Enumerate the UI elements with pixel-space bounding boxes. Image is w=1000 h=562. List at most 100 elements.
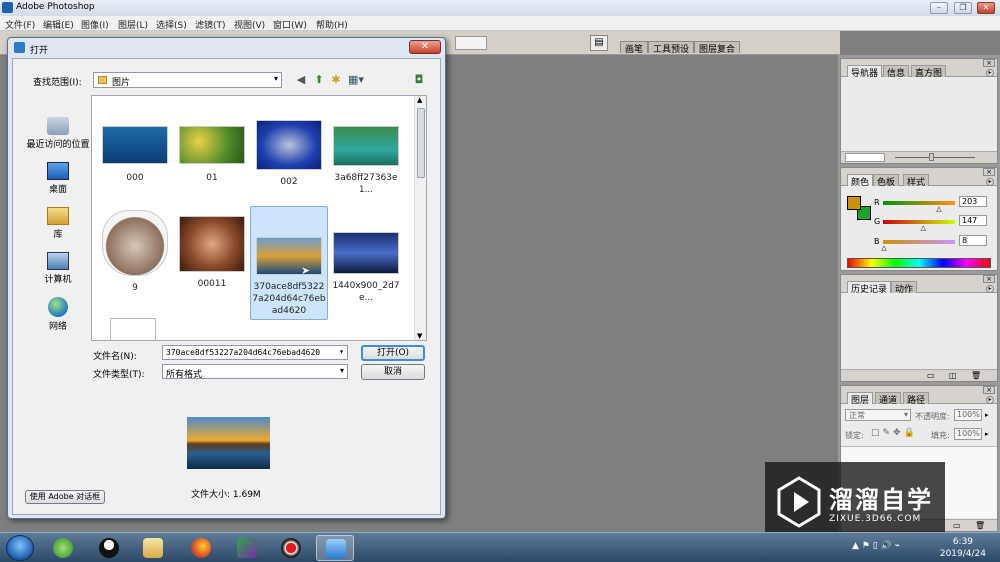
scroll-up-icon[interactable]: ▲ <box>417 96 422 104</box>
menu-layer[interactable]: 图层(L) <box>118 18 148 31</box>
new-layer-icon[interactable]: ▭ <box>953 521 961 530</box>
red-slider-handle[interactable]: △ <box>936 205 941 213</box>
start-button[interactable] <box>6 535 34 561</box>
tab-layer-comps[interactable]: 图层复合 <box>694 41 741 55</box>
tab-info[interactable]: 信息 <box>883 65 910 79</box>
cancel-button[interactable]: 取消 <box>361 364 425 380</box>
tab-styles[interactable]: 样式 <box>903 174 930 188</box>
fill-field[interactable]: 100% <box>954 428 982 440</box>
place-desktop[interactable]: 桌面 <box>23 162 93 195</box>
document-file-icon[interactable] <box>110 318 156 340</box>
place-recent[interactable]: 最近访问的位置 <box>23 117 93 150</box>
taskbar-app-recorder[interactable] <box>272 535 310 561</box>
place-network[interactable]: 网络 <box>23 297 93 332</box>
opacity-field[interactable]: 100% <box>954 409 982 421</box>
zoom-slider-handle[interactable] <box>929 153 934 161</box>
green-slider-handle[interactable]: △ <box>920 224 925 232</box>
tab-navigator[interactable]: 导航器 <box>847 65 883 79</box>
close-app-button[interactable]: ✕ <box>977 2 995 14</box>
menu-help[interactable]: 帮助(H) <box>316 18 348 31</box>
file-item-selected[interactable]: 370ace8df53227a204d64c76ebad4620 <box>250 206 328 320</box>
red-slider-track[interactable] <box>883 201 955 205</box>
fill-arrow-icon[interactable]: ▸ <box>985 430 989 438</box>
menu-file[interactable]: 文件(F) <box>5 18 35 31</box>
taskbar-app-firefox[interactable] <box>182 535 220 561</box>
menu-edit[interactable]: 编辑(E) <box>43 18 74 31</box>
menu-filter[interactable]: 滤镜(T) <box>195 18 226 31</box>
panel-menu-icon[interactable]: ▸ <box>986 396 994 404</box>
restore-button[interactable]: ❐ <box>954 2 972 14</box>
lookin-dropdown[interactable]: 图片 ▾ <box>93 72 282 88</box>
lock-icons[interactable]: □✎✥🔒 <box>871 428 918 438</box>
tab-channels[interactable]: 通道 <box>875 392 902 406</box>
opacity-arrow-icon[interactable]: ▸ <box>985 411 989 419</box>
minimize-button[interactable]: – <box>930 2 948 14</box>
new-snapshot-icon[interactable]: ◫ <box>949 371 957 380</box>
blue-slider-track[interactable] <box>883 240 955 244</box>
taskbar-app-media[interactable] <box>228 535 266 561</box>
filename-input[interactable]: 370ace8df53227a204d64c76ebad4620 ▾ <box>162 345 348 360</box>
panel-close-icon[interactable]: × <box>983 59 995 67</box>
up-folder-icon[interactable]: ⬆ <box>312 73 326 87</box>
tab-tool-presets[interactable]: 工具预设 <box>648 41 695 55</box>
scrollbar-thumb[interactable] <box>417 108 425 178</box>
menu-view[interactable]: 视图(V) <box>234 18 265 31</box>
menu-window[interactable]: 窗口(W) <box>273 18 307 31</box>
tab-color[interactable]: 颜色 <box>847 174 874 188</box>
file-item[interactable]: 01 <box>175 126 249 184</box>
view-menu-icon[interactable]: ▦▾ <box>346 73 366 87</box>
place-computer[interactable]: 计算机 <box>23 252 93 285</box>
scroll-down-icon[interactable]: ▼ <box>417 332 422 340</box>
clock[interactable]: 6:39 2019/4/24 <box>940 536 986 560</box>
green-value-field[interactable]: 147 <box>959 215 987 226</box>
system-tray-icons[interactable]: ▲ ⚑ ▯ 🔊 ⌁ <box>852 541 900 551</box>
taskbar-app-explorer[interactable] <box>134 535 172 561</box>
palette-well-icon[interactable]: ▤ <box>590 35 608 51</box>
options-field[interactable] <box>455 36 487 50</box>
tab-paths[interactable]: 路径 <box>903 392 930 406</box>
color-spectrum-bar[interactable] <box>847 258 991 268</box>
menu-image[interactable]: 图像(I) <box>81 18 109 31</box>
use-adobe-dialog-button[interactable]: 使用 Adobe 对话框 <box>25 490 105 504</box>
zoom-slider[interactable] <box>895 157 975 158</box>
file-item[interactable]: 000 <box>98 126 172 184</box>
new-folder-icon[interactable]: ✱ <box>329 73 343 87</box>
tab-layers[interactable]: 图层 <box>847 392 874 406</box>
place-library[interactable]: 库 <box>23 207 93 240</box>
trash-icon[interactable]: 🗑 <box>975 521 985 530</box>
trash-icon[interactable]: 🗑 <box>971 371 981 380</box>
panel-close-icon[interactable]: × <box>983 275 995 283</box>
new-document-icon[interactable]: ▭ <box>927 371 935 380</box>
open-button[interactable]: 打开(O) <box>361 345 425 361</box>
zoom-field[interactable] <box>845 153 885 162</box>
tab-swatches[interactable]: 色板 <box>873 174 900 188</box>
panel-menu-icon[interactable]: ▸ <box>986 285 994 293</box>
back-icon[interactable]: ◀ <box>294 73 308 87</box>
taskbar-app-qq[interactable] <box>90 535 128 561</box>
blend-mode-select[interactable]: 正常 ▾ <box>845 409 911 421</box>
taskbar-app-refresh[interactable] <box>44 535 82 561</box>
file-item[interactable]: 00011 <box>175 216 249 290</box>
red-value-field[interactable]: 203 <box>959 196 987 207</box>
filetype-select[interactable]: 所有格式 ▾ <box>162 364 348 380</box>
taskbar-app-photoshop[interactable] <box>316 535 354 561</box>
tab-brushes[interactable]: 画笔 <box>620 41 649 55</box>
panel-close-icon[interactable]: × <box>983 386 995 394</box>
panel-close-icon[interactable]: × <box>983 168 995 176</box>
file-item[interactable]: 1440x900_2d7e... <box>329 232 403 304</box>
blue-slider-handle[interactable]: △ <box>881 244 886 252</box>
tab-history[interactable]: 历史记录 <box>847 281 892 295</box>
tab-histogram[interactable]: 直方图 <box>911 65 947 79</box>
panel-menu-icon[interactable]: ▸ <box>986 178 994 186</box>
dialog-close-button[interactable]: ✕ <box>409 40 441 54</box>
file-item[interactable]: 002 <box>252 120 326 188</box>
green-slider-track[interactable] <box>883 220 955 224</box>
file-item[interactable]: 9 <box>98 210 172 294</box>
blue-value-field[interactable]: 8 <box>959 235 987 246</box>
vertical-scrollbar[interactable]: ▲ ▼ <box>414 96 426 340</box>
menu-select[interactable]: 选择(S) <box>156 18 187 31</box>
bridge-icon[interactable]: ◘ <box>412 73 426 87</box>
tab-actions[interactable]: 动作 <box>891 281 918 295</box>
file-item[interactable]: 3a68ff27363e1... <box>329 126 403 196</box>
foreground-color-swatch[interactable] <box>847 196 861 210</box>
